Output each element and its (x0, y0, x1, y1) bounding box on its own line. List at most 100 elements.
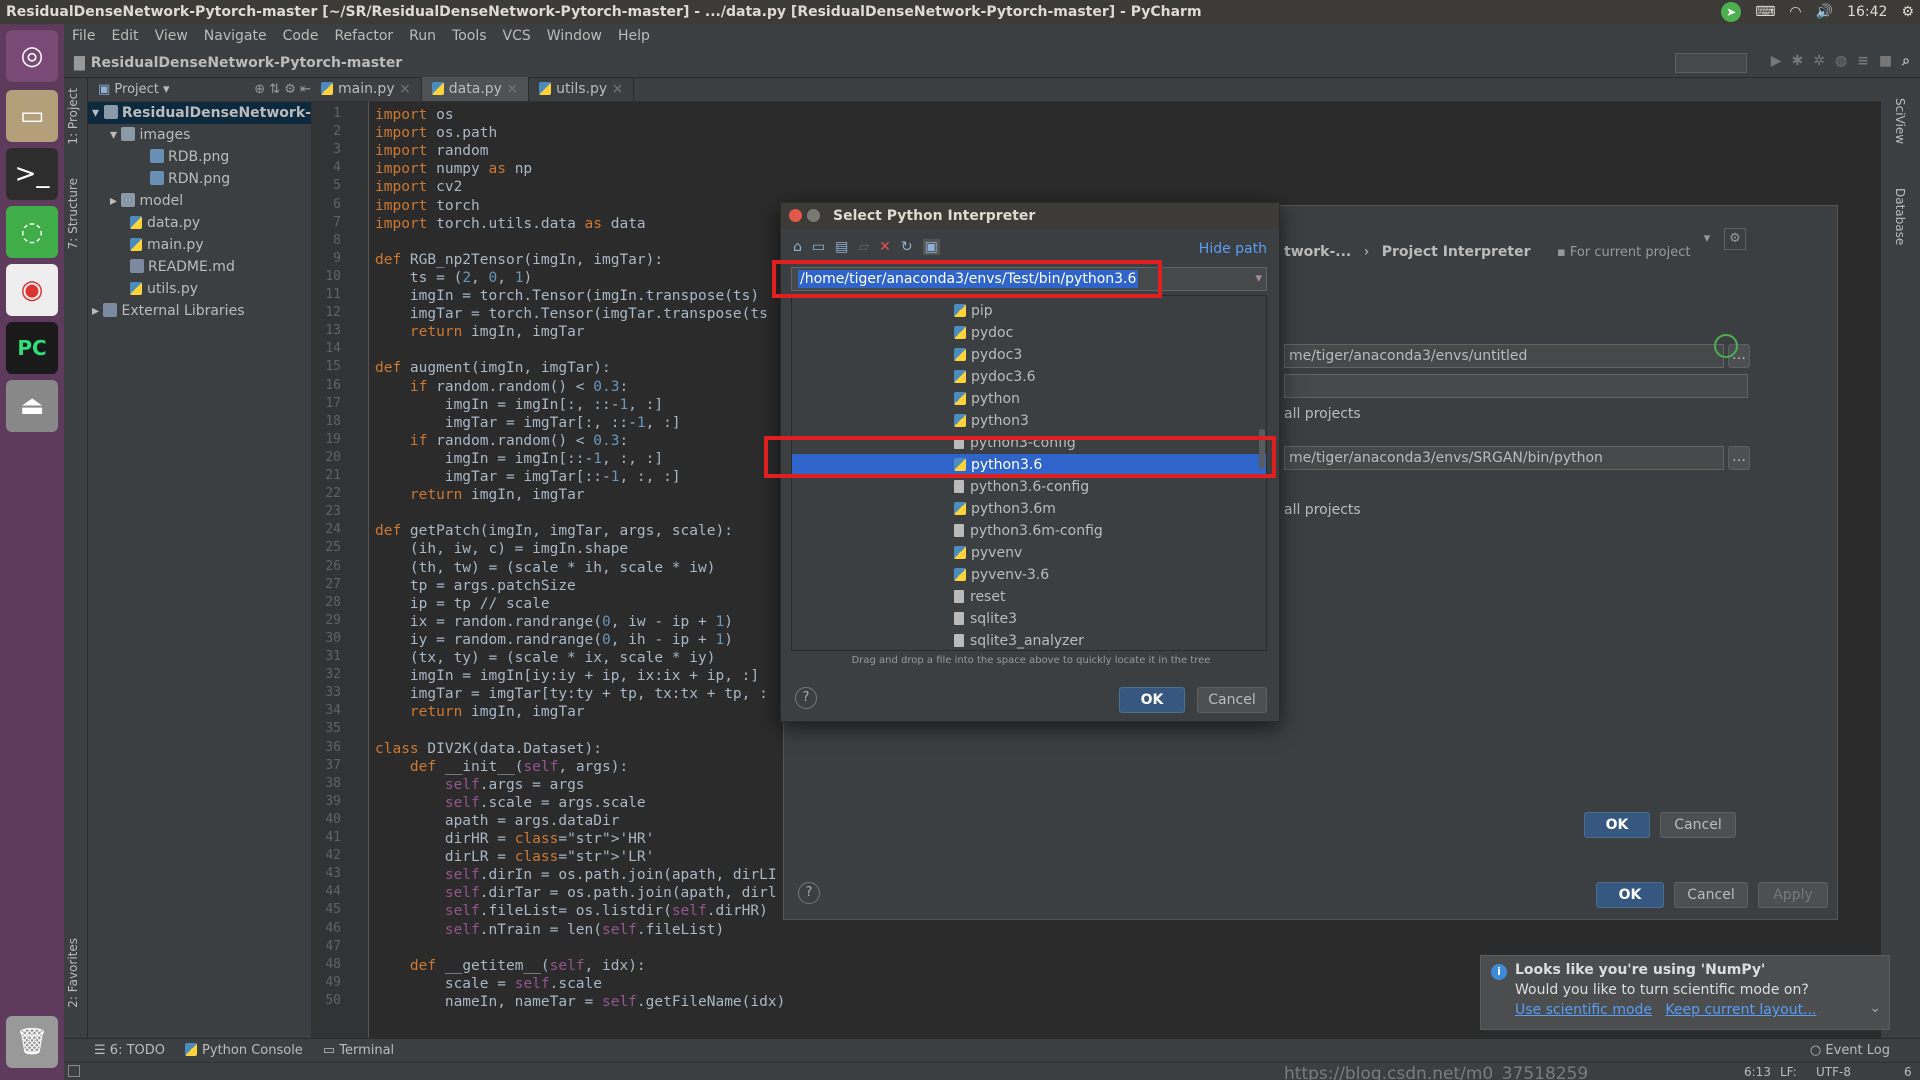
stop-icon[interactable]: ■ (1879, 53, 1892, 73)
tab-utils-py[interactable]: utils.py × (529, 77, 635, 101)
file-row[interactable]: python (792, 388, 1266, 410)
tool-sciview[interactable]: SciView (1893, 98, 1907, 144)
desktop-icon[interactable]: ▭ (812, 239, 825, 255)
tree-file-main[interactable]: main.py (88, 234, 311, 256)
chrome-icon[interactable]: ◉ (6, 264, 58, 316)
close-icon[interactable]: × (612, 81, 624, 97)
file-row[interactable]: python3.6-config (792, 476, 1266, 498)
collapse-icon[interactable]: ⇅ (269, 82, 280, 97)
settings-gear-button[interactable]: ⚙ (1724, 228, 1746, 250)
menu-run[interactable]: Run (401, 28, 444, 44)
tree-external-libraries[interactable]: ▸ External Libraries (88, 300, 311, 322)
menu-view[interactable]: View (147, 28, 196, 44)
gear-icon[interactable]: ⚙ (284, 82, 296, 97)
menu-file[interactable]: File (64, 28, 103, 44)
dialog-help-icon[interactable]: ? (795, 687, 817, 709)
interpreter-path[interactable]: me/tiger/anaconda3/envs/SRGAN/bin/python (1284, 446, 1724, 470)
ubuntu-dash-icon[interactable]: ◎ (6, 30, 58, 82)
interpreter-dropdown-arrow[interactable]: ▾ (1696, 228, 1718, 250)
run-icon[interactable]: ▶ (1771, 53, 1782, 73)
help-icon[interactable]: ? (798, 882, 820, 904)
keyboard-icon[interactable]: ⌨ (1755, 0, 1775, 24)
base-interpreter-path[interactable]: me/tiger/anaconda3/envs/untitled (1284, 344, 1724, 368)
tree-file-readme[interactable]: README.md (88, 256, 311, 278)
wifi-icon[interactable]: ◠ (1789, 0, 1801, 24)
show-hidden-icon[interactable]: ▣ (922, 239, 940, 255)
delete-icon[interactable]: ✕ (879, 239, 891, 255)
tree-folder-model[interactable]: ▸ model (88, 190, 311, 212)
terminal-icon[interactable]: >_ (6, 148, 58, 200)
menu-tools[interactable]: Tools (444, 28, 495, 44)
empty-field[interactable] (1284, 374, 1748, 398)
files-icon[interactable]: ▭ (6, 90, 58, 142)
tree-file-rdb[interactable]: RDB.png (88, 146, 311, 168)
tab-main-py[interactable]: main.py × (311, 77, 422, 101)
volume-icon[interactable]: 🔊 (1816, 0, 1833, 24)
tree-folder-images[interactable]: ▾ images (88, 124, 311, 146)
toggle-toolwindows-icon[interactable] (68, 1065, 80, 1077)
tool-favorites[interactable]: 2: Favorites (66, 938, 80, 1008)
tree-root[interactable]: ▾ ResidualDenseNetwork-F (88, 102, 321, 124)
dialog-ok-button[interactable]: OK (1119, 687, 1185, 713)
file-row[interactable]: python3.6m-config (792, 520, 1266, 542)
tool-project[interactable]: 1: Project (66, 88, 80, 145)
file-row[interactable]: pyvenv-3.6 (792, 564, 1266, 586)
file-row[interactable]: pydoc3 (792, 344, 1266, 366)
line-separator[interactable]: LF: (1780, 1065, 1797, 1079)
trash-icon[interactable]: 🗑 (6, 1016, 58, 1068)
menu-edit[interactable]: Edit (103, 28, 146, 44)
menu-navigate[interactable]: Navigate (196, 28, 275, 44)
dialog-cancel-button[interactable]: Cancel (1197, 687, 1267, 713)
coverage-icon[interactable]: ✲ (1813, 53, 1825, 73)
inner-cancel-button[interactable]: Cancel (1660, 812, 1736, 838)
menu-code[interactable]: Code (275, 28, 327, 44)
file-row[interactable]: sqlite3_analyzer (792, 630, 1266, 650)
settings-ok-button[interactable]: OK (1596, 882, 1664, 908)
file-row[interactable]: pydoc (792, 322, 1266, 344)
concurrency-icon[interactable]: ≡ (1857, 53, 1869, 73)
tool-database[interactable]: Database (1893, 188, 1907, 245)
new-folder-icon[interactable]: ▱ (858, 239, 869, 255)
browse-button-2[interactable]: … (1728, 446, 1750, 470)
inner-ok-button[interactable]: OK (1584, 812, 1650, 838)
debug-icon[interactable]: ✱ (1792, 53, 1804, 73)
menu-help[interactable]: Help (610, 28, 658, 44)
hide-icon[interactable]: ⇤ (300, 82, 311, 97)
project-view-selector[interactable]: ▣ Project ▾ (98, 82, 170, 97)
breadcrumb-parent[interactable]: twork-... (1284, 244, 1351, 260)
path-history-icon[interactable]: ▾ (1255, 271, 1262, 286)
refresh-icon[interactable]: ↻ (901, 239, 913, 255)
menu-refactor[interactable]: Refactor (326, 28, 401, 44)
package-status-icon[interactable] (1714, 334, 1738, 358)
update-icon[interactable]: ◌ (6, 206, 58, 258)
file-row[interactable]: pydoc3.6 (792, 366, 1266, 388)
chevron-down-icon[interactable]: ⌄ (1869, 1000, 1881, 1016)
caret-position[interactable]: 6:13 (1744, 1065, 1771, 1079)
project-folder-icon[interactable]: ▤ (835, 239, 848, 255)
keep-layout-link[interactable]: Keep current layout... (1665, 1002, 1816, 1018)
use-scientific-mode-link[interactable]: Use scientific mode (1515, 1002, 1652, 1018)
menu-vcs[interactable]: VCS (495, 28, 539, 44)
breadcrumb[interactable]: ResidualDenseNetwork-Pytorch-master (91, 55, 402, 71)
close-icon[interactable]: × (399, 81, 411, 97)
encoding[interactable]: UTF-8 (1816, 1065, 1851, 1079)
close-icon[interactable]: × (506, 81, 518, 97)
tool-terminal[interactable]: ▭ Terminal (323, 1043, 394, 1058)
file-row[interactable]: pyvenv (792, 542, 1266, 564)
menu-window[interactable]: Window (539, 28, 610, 44)
tab-data-py[interactable]: data.py × (421, 77, 530, 101)
tool-structure[interactable]: 7: Structure (66, 178, 80, 249)
file-row[interactable]: sqlite3 (792, 608, 1266, 630)
tree-file-utils[interactable]: utils.py (88, 278, 311, 300)
settings-cancel-button[interactable]: Cancel (1674, 882, 1748, 908)
telegram-icon[interactable]: ➤ (1721, 2, 1742, 22)
run-config-combo[interactable] (1674, 53, 1747, 73)
settings-gear-icon[interactable]: ⚙ (1901, 0, 1914, 24)
file-row[interactable]: python3 (792, 410, 1266, 432)
file-row[interactable]: reset (792, 586, 1266, 608)
clock[interactable]: 16:42 (1847, 0, 1887, 24)
locate-icon[interactable]: ⊕ (254, 82, 265, 97)
usb-drive-icon[interactable]: ⏏ (6, 380, 58, 432)
profile-icon[interactable]: ◍ (1835, 53, 1847, 73)
pycharm-icon[interactable]: PC (6, 322, 58, 374)
